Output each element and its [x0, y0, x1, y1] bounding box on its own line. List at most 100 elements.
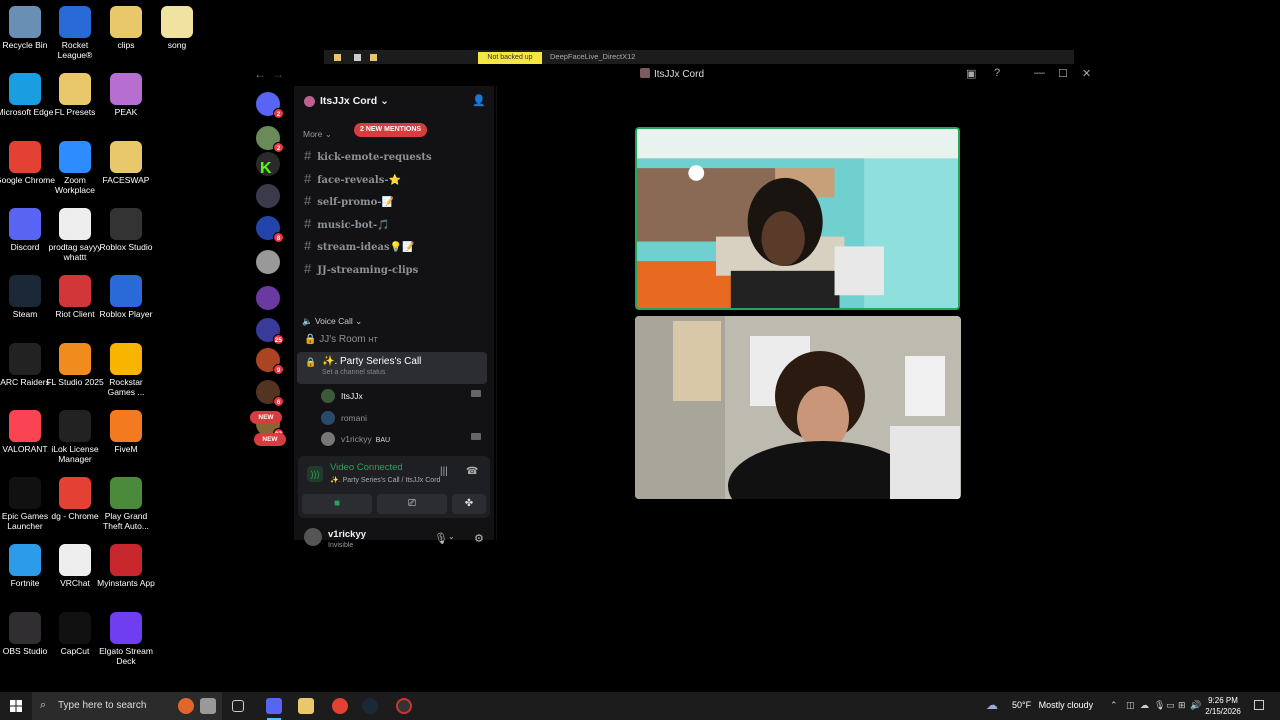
microphone-icon[interactable]: 🎙 [434, 532, 448, 545]
background-window[interactable]: Not backed up DeepFaceLive_DirectX12 [324, 50, 1074, 64]
discord-home-icon[interactable]: 2 [256, 92, 284, 119]
channel-item[interactable]: # stream-ideas💡📝 [304, 238, 415, 253]
task-view-icon[interactable] [232, 700, 244, 712]
cloud-icon[interactable]: ☁ [1140, 700, 1149, 711]
chevron-down-icon[interactable]: ⌄ [448, 532, 455, 541]
connection-status[interactable]: Video Connected [330, 462, 403, 473]
server-icon[interactable] [256, 184, 280, 208]
avatar[interactable] [304, 528, 322, 546]
desktop-icon-peak[interactable]: PEAK [95, 69, 157, 133]
server-icon[interactable] [256, 250, 280, 274]
weather-widget[interactable]: 50°F Mostly cloudy [1012, 700, 1093, 710]
channel-item[interactable]: # kick-emote-requests [304, 148, 432, 163]
new-pill[interactable]: NEW [254, 433, 286, 446]
gta-icon [110, 477, 142, 510]
hash-icon: # [304, 261, 312, 276]
discord-icon [9, 207, 41, 240]
noise-suppression-icon[interactable]: ||| [440, 466, 448, 477]
basketball-icon[interactable] [178, 698, 194, 714]
weather-cloud-icon[interactable]: ☁ [986, 698, 998, 712]
video-stage [496, 86, 1096, 540]
backup-warning: Not backed up [478, 52, 542, 64]
clock[interactable]: 9:26 PM 2/15/2026 [1198, 695, 1248, 717]
server-name[interactable]: ItsJJx Cord ⌄ [320, 95, 389, 107]
server-icon[interactable] [256, 286, 280, 310]
desktop-icon-myinstants-app[interactable]: Myinstants App [95, 540, 157, 604]
voice-member[interactable]: romani [321, 410, 367, 425]
taskbar-steam-icon[interactable] [362, 698, 378, 714]
server-icon[interactable]: 8 [256, 216, 284, 243]
notifications-icon[interactable] [1254, 700, 1264, 710]
kick-icon[interactable]: K [260, 160, 272, 178]
forward-arrow-icon[interactable]: → [272, 67, 284, 81]
inbox-icon[interactable]: ▣ [966, 67, 976, 80]
fivem-icon [110, 409, 142, 442]
tray-mic-icon[interactable]: 🎙 [1154, 700, 1165, 711]
voice-member[interactable]: v1rickyy BAU [321, 432, 481, 446]
disconnect-icon[interactable]: ☎ [466, 466, 478, 477]
hash-icon: # [304, 148, 312, 163]
webcam-feed [635, 316, 961, 499]
voice-category[interactable]: 🔈 Voice Call ⌄ [302, 316, 362, 327]
settings-gear-icon[interactable]: ⚙ [474, 532, 484, 545]
fl-studio-icon [59, 342, 91, 375]
mention-badge: 9 [273, 364, 284, 375]
desktop-icon-faceswap[interactable]: FACESWAP [95, 137, 157, 201]
voice-channel-party-call[interactable]: 🔒 ✨. Party Series's Call Set a channel s… [297, 352, 487, 384]
minimize-icon[interactable]: — [1034, 67, 1045, 79]
taskbar-search[interactable]: ⌕ Type here to search [32, 692, 222, 720]
camera-button[interactable]: ■ [302, 494, 372, 514]
server-icon[interactable]: 25 [256, 318, 284, 345]
new-unreads-pill[interactable]: NEW [250, 411, 282, 424]
server-icon[interactable]: 6 [256, 380, 284, 407]
display-icon[interactable]: ▭ [1166, 700, 1175, 711]
more-link[interactable]: More ⌄ [303, 129, 332, 140]
channel-status-input[interactable]: Set a channel status [322, 369, 487, 376]
video-tile[interactable] [635, 316, 961, 499]
screen-share-button[interactable]: ⎚ [377, 494, 447, 514]
network-icon[interactable]: ⊞ [1178, 700, 1186, 711]
taskbar-explorer-icon[interactable] [298, 698, 314, 714]
discord-window: ← → ItsJJx Cord ▣ ? — ☐ ✕ 228259627KNEW … [250, 64, 1096, 549]
lock-icon: 🔒 [305, 357, 317, 367]
server-icon[interactable]: 2 [256, 126, 284, 153]
windows-start-icon[interactable] [10, 700, 22, 712]
voice-member[interactable]: ItsJJx [321, 389, 481, 403]
new-mentions-pill[interactable]: 2 NEW MENTIONS [354, 123, 428, 137]
folder-icon [370, 54, 377, 61]
connection-location[interactable]: ✨. Party Series's Call / ItsJJx Cord [330, 476, 440, 484]
taskbar-chrome-icon[interactable] [332, 698, 348, 714]
back-arrow-icon[interactable]: ← [254, 67, 266, 81]
channel-item[interactable]: # face-reveals-⭐ [304, 171, 401, 186]
taskbar-app-icon[interactable] [396, 698, 412, 714]
channel-item[interactable]: # self-promo-📝 [304, 193, 394, 208]
user-status: Invisible [328, 542, 354, 549]
invite-people-icon[interactable]: 👤 [472, 94, 486, 107]
video-tile-speaking[interactable] [635, 127, 960, 310]
voice-channel-jjs-room[interactable]: 🔒 JJ's Room HT [304, 334, 378, 345]
desktop-icon-song[interactable]: song [146, 2, 208, 66]
chevron-up-icon[interactable]: ⌃ [1110, 700, 1118, 711]
channel-item[interactable]: # JJ-streaming-clips [304, 261, 418, 276]
desktop-icon-elgato-stream-deck[interactable]: Elgato Stream Deck [95, 608, 157, 672]
channel-item[interactable]: # music-bot-🎵 [304, 216, 390, 231]
tray-app-icon[interactable]: ◫ [1126, 700, 1135, 711]
server-header[interactable]: ItsJJx Cord ⌄ 👤 [294, 86, 494, 116]
server-icon[interactable]: 9 [256, 348, 284, 375]
desktop-icon-fivem[interactable]: FiveM [95, 406, 157, 470]
desktop-icon-roblox-player[interactable]: Roblox Player [95, 271, 157, 335]
username[interactable]: v1rickyy [328, 529, 366, 540]
taskbar-discord-icon[interactable] [266, 698, 282, 714]
signal-icon[interactable]: ))) [307, 466, 323, 482]
activities-button[interactable]: ✤ [452, 494, 486, 514]
maximize-icon[interactable]: ☐ [1058, 67, 1068, 80]
desktop-icon-roblox-studio[interactable]: Roblox Studio [95, 204, 157, 268]
desktop-icon-label: Roblox Studio [99, 241, 153, 252]
desktop-icon-play-grand-theft-auto[interactable]: Play Grand Theft Auto... [95, 473, 157, 537]
close-icon[interactable]: ✕ [1082, 67, 1091, 80]
help-icon[interactable]: ? [994, 67, 1000, 79]
search-input[interactable]: Type here to search [58, 700, 146, 711]
search-highlight-icon[interactable] [200, 698, 216, 714]
avatar [321, 410, 335, 425]
desktop-icon-rockstar-games[interactable]: Rockstar Games ... [95, 339, 157, 403]
